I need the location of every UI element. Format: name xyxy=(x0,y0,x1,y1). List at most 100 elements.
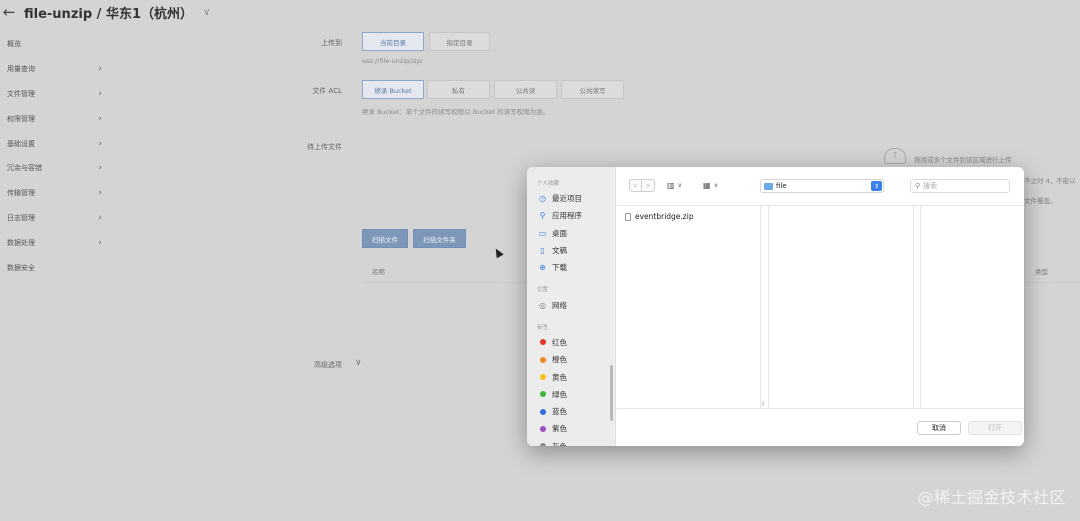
column-divider[interactable] xyxy=(768,206,769,409)
page-header: ← file-unzip / 华东1（杭州） ∨ xyxy=(0,0,211,24)
column-type-header: 类型 xyxy=(1035,268,1048,276)
gray-tag-dot-icon xyxy=(540,443,546,446)
clock-icon: ◷ xyxy=(539,194,546,204)
tag-red[interactable]: 红色 xyxy=(527,334,615,351)
tag-blue[interactable]: 蓝色 xyxy=(527,403,615,420)
folder-name: file xyxy=(776,182,787,190)
advanced-options-label[interactable]: 高级选项 xyxy=(282,360,342,370)
column-divider[interactable] xyxy=(913,206,914,409)
tag-purple[interactable]: 紫色 xyxy=(527,420,615,437)
tag-yellow[interactable]: 黄色 xyxy=(527,368,615,385)
acl-public-read-option[interactable]: 公共读 xyxy=(494,80,557,99)
sidebar-item-data-processing[interactable]: 数据处理 › xyxy=(0,230,110,255)
chevron-right-icon: › xyxy=(98,163,102,174)
scan-files-button[interactable]: 扫描文件 xyxy=(362,229,408,248)
sidebar-item-downloads[interactable]: ⊕ 下载 xyxy=(527,259,615,276)
sidebar-item-documents[interactable]: ▯ 文稿 xyxy=(527,242,615,259)
dialog-toolbar: ‹ › ▥ ∨ ▦ ∨ file ⇕ ⚲ 搜索 xyxy=(617,167,1024,205)
chevron-down-icon[interactable]: ∨ xyxy=(355,358,362,368)
chevron-down-icon[interactable]: ∨ xyxy=(203,7,210,18)
zip-file-icon xyxy=(625,212,631,221)
sidebar-item-data-security[interactable]: 数据安全 xyxy=(0,255,110,280)
search-input[interactable]: ⚲ 搜索 xyxy=(910,179,1010,193)
specified-directory-option[interactable]: 指定目录 xyxy=(429,32,490,51)
column-divider[interactable] xyxy=(760,206,761,409)
sidebar-item-network[interactable]: ◎ 网络 xyxy=(527,296,615,313)
sidebar-item-usage[interactable]: 用量查询 › xyxy=(0,57,110,82)
sidebar-item-label: 文稿 xyxy=(552,246,567,256)
sidebar-item-desktop[interactable]: ▭ 桌面 xyxy=(527,225,615,242)
sidebar-item-label: 文件管理 xyxy=(7,89,35,98)
column-resize-handle-icon[interactable]: ‖ xyxy=(762,401,765,407)
folder-path-popup[interactable]: file ⇕ xyxy=(760,179,884,193)
acl-hint: 继承 Bucket：单个文件的读写权限以 Bucket 的读写权限为准。 xyxy=(362,108,550,116)
sidebar-item-overview[interactable]: 概览 xyxy=(0,32,110,57)
sidebar-item-transfer[interactable]: 传输管理 › xyxy=(0,181,110,206)
tag-green[interactable]: 绿色 xyxy=(527,386,615,403)
sidebar-item-applications[interactable]: ⚲ 应用程序 xyxy=(527,207,615,224)
tag-gray[interactable]: 灰色 xyxy=(527,438,615,446)
search-icon: ⚲ xyxy=(915,182,921,190)
upload-path: oss://file-unzip/zip/ xyxy=(362,57,423,65)
forward-chevron-icon[interactable]: › xyxy=(642,179,655,192)
favorites-section-title: 个人收藏 xyxy=(537,181,560,187)
chevron-right-icon: › xyxy=(98,237,102,248)
acl-public-read-write-option[interactable]: 公共读写 xyxy=(561,80,624,99)
back-chevron-icon[interactable]: ‹ xyxy=(629,179,642,192)
upload-cloud-icon: ↑ xyxy=(884,148,906,164)
acl-inherit-option[interactable]: 继承 Bucket xyxy=(362,80,424,99)
view-mode-button[interactable]: ▥ ∨ xyxy=(667,179,682,192)
dialog-sidebar: 个人收藏 ◷ 最近项目 ⚲ 应用程序 ▭ 桌面 ▯ 文稿 ⊕ 下载 位置 ◎ 网络 标签 红… xyxy=(527,167,616,446)
acl-private-option[interactable]: 私有 xyxy=(427,80,490,99)
cancel-button[interactable]: 取消 xyxy=(917,421,961,435)
drop-hint: 拖拽或多个文件到该区域进行上传 xyxy=(914,156,1012,164)
sidebar-item-label: 桌面 xyxy=(552,228,567,238)
sidebar-item-label: 日志管理 xyxy=(7,213,35,222)
open-button[interactable]: 打开 xyxy=(968,421,1022,435)
chevron-right-icon: › xyxy=(98,64,102,75)
columns-view-icon: ▥ xyxy=(667,181,675,190)
file-name: eventbridge.zip xyxy=(635,212,694,221)
yellow-tag-dot-icon xyxy=(540,374,546,381)
sidebar-item-logs[interactable]: 日志管理 › xyxy=(0,206,110,231)
blue-tag-dot-icon xyxy=(540,408,546,415)
file-browser-columns: eventbridge.zip ‖ xyxy=(617,205,1024,409)
column-divider[interactable] xyxy=(920,206,921,409)
tag-label: 橙色 xyxy=(552,355,567,365)
mouse-cursor-icon xyxy=(492,246,504,259)
sidebar: 概览 用量查询 › 文件管理 › 权限管理 › 基础设置 › 冗余与容错 › 传输管理 › … xyxy=(0,32,110,280)
column-name-header: 名称 xyxy=(372,268,385,276)
sidebar-item-recents[interactable]: ◷ 最近项目 xyxy=(527,190,615,207)
sidebar-item-label: 基础设置 xyxy=(7,139,35,148)
sidebar-item-label: 网络 xyxy=(552,300,567,310)
current-directory-option[interactable]: 当前目录 xyxy=(362,32,424,51)
tag-label: 红色 xyxy=(552,337,567,347)
arrow-left-icon[interactable]: ← xyxy=(0,3,18,21)
document-icon: ▯ xyxy=(540,246,545,256)
group-mode-button[interactable]: ▦ ∨ xyxy=(703,179,718,192)
file-item[interactable]: eventbridge.zip xyxy=(625,212,694,221)
tag-label: 黄色 xyxy=(552,372,567,382)
sidebar-item-permissions[interactable]: 权限管理 › xyxy=(0,106,110,131)
sidebar-scrollbar[interactable] xyxy=(610,365,613,421)
sidebar-item-basic-settings[interactable]: 基础设置 › xyxy=(0,131,110,156)
scan-folder-button[interactable]: 扫描文件夹 xyxy=(413,229,466,248)
sidebar-item-label: 权限管理 xyxy=(7,114,35,123)
download-icon: ⊕ xyxy=(539,263,546,273)
chevron-down-icon: ∨ xyxy=(677,182,682,189)
chevron-right-icon: › xyxy=(98,188,102,199)
tag-label: 灰色 xyxy=(552,441,567,446)
orange-tag-dot-icon xyxy=(540,356,546,363)
sidebar-item-redundancy[interactable]: 冗余与容错 › xyxy=(0,156,110,181)
sidebar-item-label: 概览 xyxy=(7,40,21,49)
file-open-dialog: 个人收藏 ◷ 最近项目 ⚲ 应用程序 ▭ 桌面 ▯ 文稿 ⊕ 下载 位置 ◎ 网络 标签 红… xyxy=(527,167,1024,446)
sidebar-item-label: 数据安全 xyxy=(7,263,35,272)
chevron-right-icon: › xyxy=(98,138,102,149)
sidebar-item-label: 下载 xyxy=(552,263,567,273)
search-placeholder: 搜索 xyxy=(923,182,938,190)
tag-orange[interactable]: 橙色 xyxy=(527,351,615,368)
sidebar-item-files[interactable]: 文件管理 › xyxy=(0,82,110,107)
files-label: 待上传文件 xyxy=(307,143,342,151)
network-icon: ◎ xyxy=(539,300,546,310)
sidebar-item-label: 用量查询 xyxy=(7,65,35,74)
